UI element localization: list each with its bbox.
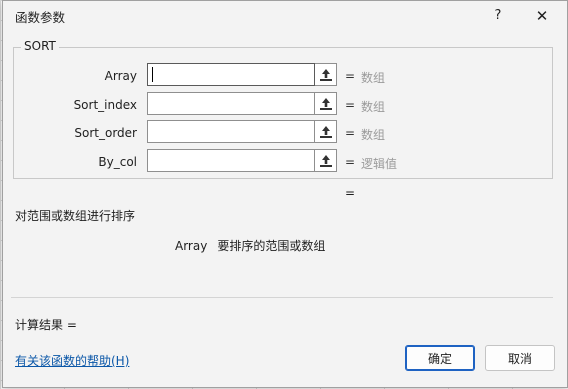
function-name: SORT <box>21 39 59 53</box>
ok-button[interactable]: 确定 <box>405 345 475 371</box>
equals-sign: = <box>345 126 356 140</box>
arg-label-by-col: By_col <box>98 155 137 169</box>
calculation-result: 计算结果 = <box>15 318 77 332</box>
function-result-equals: = <box>345 186 356 200</box>
equals-sign: = <box>345 155 356 169</box>
collapse-dialog-icon <box>320 155 332 167</box>
argument-description: Array 要排序的范围或数组 <box>175 237 325 254</box>
arg-label-sort-index: Sort_index <box>73 98 137 112</box>
equals-sign: = <box>345 69 356 83</box>
function-help-link[interactable]: 有关该函数的帮助(H) <box>15 352 129 369</box>
equals-sign: = <box>345 98 356 112</box>
dialog-title: 函数参数 <box>15 10 66 25</box>
text-caret <box>152 67 153 82</box>
collapse-button-sort-index[interactable] <box>315 92 337 115</box>
sort-index-input[interactable] <box>147 92 315 115</box>
cancel-button[interactable]: 取消 <box>485 345 555 371</box>
arg-label-sort-order: Sort_order <box>74 126 137 140</box>
title-bar: 函数参数 ? ✕ <box>3 1 567 31</box>
arg-type-by-col: 逻辑值 <box>361 157 398 171</box>
sort-order-input[interactable] <box>147 120 315 143</box>
divider <box>11 297 553 298</box>
argument-description-name: Array <box>175 239 208 253</box>
function-description: 对范围或数组进行排序 <box>15 209 136 223</box>
help-button[interactable]: ? <box>487 5 509 27</box>
collapse-button-array[interactable] <box>315 63 337 86</box>
arg-label-array: Array <box>104 69 137 83</box>
collapse-dialog-icon <box>320 69 332 81</box>
argument-description-text: 要排序的范围或数组 <box>217 239 326 253</box>
arg-type-sort-order: 数组 <box>361 128 386 142</box>
collapse-dialog-icon <box>320 98 332 110</box>
arg-type-array: 数组 <box>361 71 386 85</box>
array-input[interactable] <box>147 63 315 86</box>
function-arguments-dialog: 函数参数 ? ✕ SORT Array = 数组 Sort_index = 数组… <box>2 0 568 388</box>
by-col-input[interactable] <box>147 149 315 172</box>
close-button[interactable]: ✕ <box>529 5 555 27</box>
collapse-button-sort-order[interactable] <box>315 120 337 143</box>
collapse-dialog-icon <box>320 126 332 138</box>
collapse-button-by-col[interactable] <box>315 149 337 172</box>
arg-type-sort-index: 数组 <box>361 100 386 114</box>
